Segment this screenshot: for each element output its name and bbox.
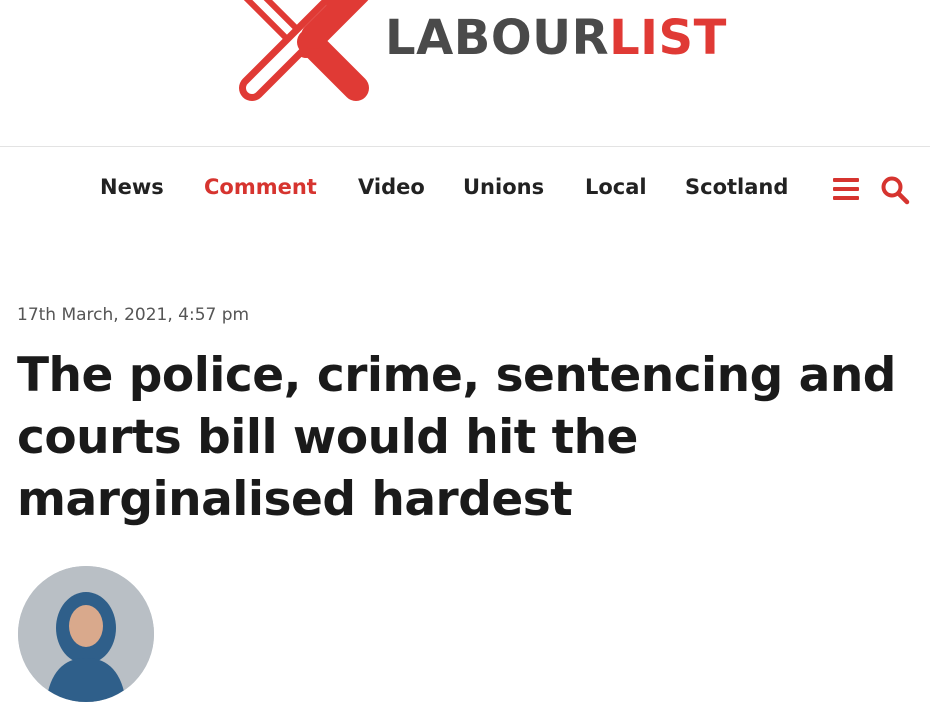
nav-item-local[interactable]: Local (585, 173, 647, 201)
article-date: 17th March, 2021, 4:57 pm (17, 305, 250, 325)
search-icon[interactable] (880, 175, 910, 205)
nav-item-unions[interactable]: Unions (463, 173, 544, 201)
nav-item-scotland[interactable]: Scotland (685, 173, 788, 201)
logo-wordmark[interactable]: LABOURLIST (385, 8, 727, 68)
author-portrait-icon (18, 566, 154, 702)
logo-rose-icon[interactable] (218, 0, 388, 120)
logo-text-accent: LIST (609, 10, 727, 66)
nav-item-comment[interactable]: Comment (204, 173, 317, 201)
author-avatar[interactable] (18, 566, 154, 702)
main-nav: News Comment Video Unions Local Scotland (0, 147, 930, 227)
logo-text-dark: LABOUR (385, 10, 610, 66)
menu-icon[interactable] (833, 178, 859, 200)
article-headline: The police, crime, sentencing and courts… (17, 348, 896, 527)
site-header: LABOURLIST (0, 0, 930, 146)
nav-item-video[interactable]: Video (358, 173, 425, 201)
nav-item-news[interactable]: News (100, 173, 164, 201)
